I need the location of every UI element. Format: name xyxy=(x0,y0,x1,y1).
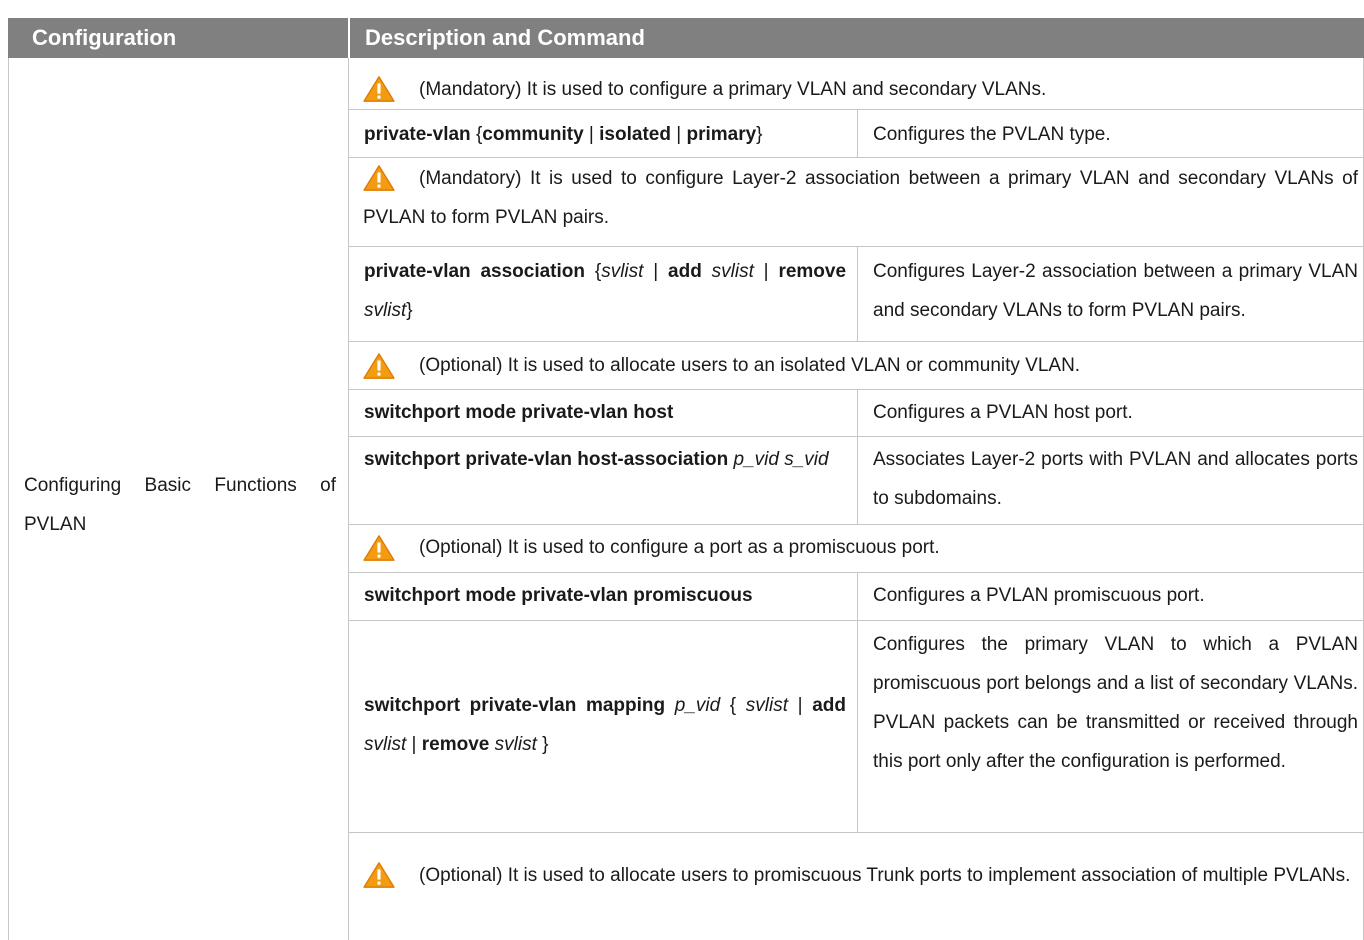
row-divider xyxy=(349,832,1364,833)
configuration-label: Configuring Basic Functions of PVLAN xyxy=(24,475,336,535)
row-divider xyxy=(349,524,1364,525)
description-mapping: Configures the primary VLAN to which a P… xyxy=(873,634,1358,772)
command-host-association: switchport private-vlan host-association… xyxy=(364,449,829,470)
description-association: Configures Layer-2 association between a… xyxy=(873,261,1358,321)
description-host-association: Associates Layer-2 ports with PVLAN and … xyxy=(873,449,1358,509)
command-private-vlan-type: private-vlan {community | isolated | pri… xyxy=(364,124,763,145)
command-private-vlan-mapping: switchport private-vlan mapping p_vid { … xyxy=(364,695,846,755)
sub-column-divider xyxy=(857,573,858,832)
command-mode-promiscuous: switchport mode private-vlan promiscuous xyxy=(364,585,753,606)
note-optional-promiscuous-trunk: (Optional) It is used to allocate users … xyxy=(419,865,1351,886)
table-left-border xyxy=(8,58,9,940)
row-divider xyxy=(349,157,1364,158)
note-optional-promiscuous: (Optional) It is used to configure a por… xyxy=(419,537,940,558)
description-pvlan-type: Configures the PVLAN type. xyxy=(873,124,1111,145)
row-divider xyxy=(349,341,1364,342)
column-header-configuration: Configuration xyxy=(8,18,348,58)
description-host-port: Configures a PVLAN host port. xyxy=(873,402,1133,423)
description-promiscuous-port: Configures a PVLAN promiscuous port. xyxy=(873,585,1205,606)
command-mode-host: switchport mode private-vlan host xyxy=(364,402,674,423)
note-mandatory-association: (Mandatory) It is used to configure Laye… xyxy=(363,168,1358,228)
sub-column-divider xyxy=(857,110,858,157)
note-mandatory-primary-vlan: (Mandatory) It is used to configure a pr… xyxy=(419,79,1047,100)
column-header-description: Description and Command xyxy=(348,18,1364,58)
note-optional-isolated: (Optional) It is used to allocate users … xyxy=(419,355,1081,376)
column-divider xyxy=(348,58,349,940)
sub-column-divider xyxy=(857,390,858,524)
command-private-vlan-association: private-vlan association {svlist | add s… xyxy=(364,261,847,321)
sub-column-divider xyxy=(857,247,858,341)
